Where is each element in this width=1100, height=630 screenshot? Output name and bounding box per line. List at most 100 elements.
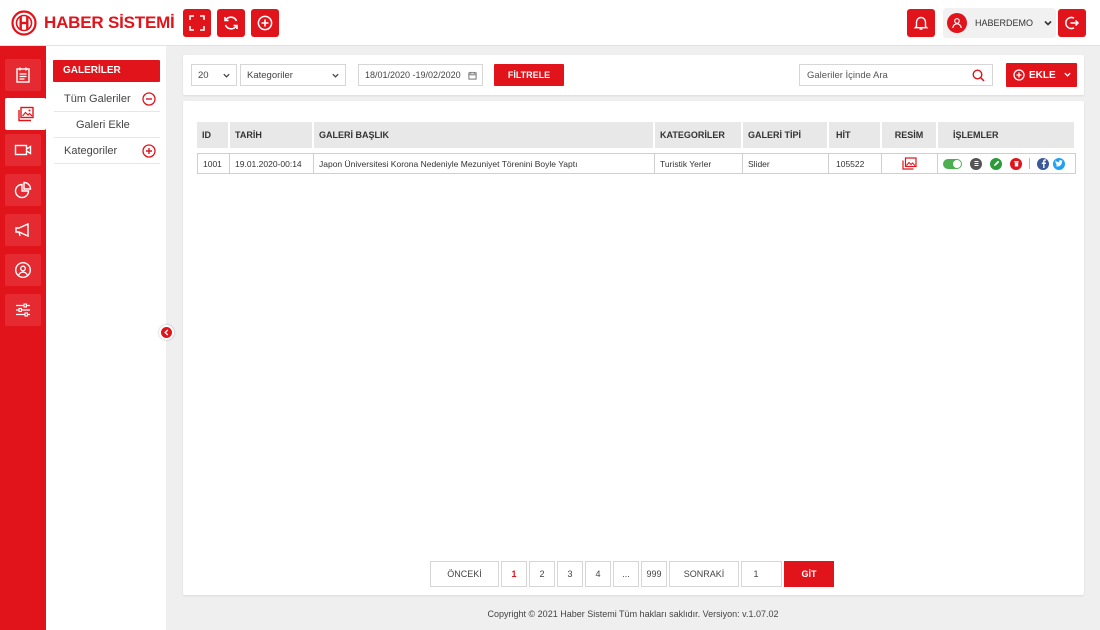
news-icon [16,67,30,83]
subnav-title: GALERİLER [53,60,160,82]
chart-icon [14,181,32,199]
category-select[interactable]: Kategoriler [240,64,346,86]
cell-title: Japon Üniversitesi Korona Nedeniyle Mezu… [314,153,655,174]
page-button[interactable]: 1 [501,561,527,587]
column-header-date[interactable]: TARİH [230,122,314,148]
next-page-button[interactable]: SONRAKİ [669,561,739,587]
chevron-down-icon [1044,20,1052,26]
logo-icon [11,10,37,36]
gallery-subnav: GALERİLER Tüm Galeriler Galeri Ekle Kate… [46,46,166,630]
pencil-icon [993,160,999,166]
subnav-item-all-galleries[interactable]: Tüm Galeriler [54,86,160,112]
minus-circle-icon[interactable] [142,92,156,106]
column-header-title[interactable]: GALERİ BAŞLIK [314,122,655,148]
column-header-actions: İŞLEMLER [938,122,1076,148]
search-box [799,64,993,86]
share-facebook-button[interactable] [1037,157,1049,170]
notifications-button[interactable] [907,9,935,37]
footer-copyright: Copyright © 2021 Haber Sistemi Tüm hakla… [487,609,779,619]
fullscreen-button[interactable] [183,9,211,37]
galleries-table: ID TARİH GALERİ BAŞLIK KATEGORİLER GALER… [197,122,1076,174]
fullscreen-icon [189,15,205,31]
cell-type: Slider [743,153,829,174]
nav-users[interactable] [5,254,41,286]
goto-page-input[interactable] [741,569,782,579]
main-nav-rail [0,46,46,630]
nav-settings[interactable] [5,294,41,326]
top-bar: HABER SİSTEMİ HABERDEMO [0,0,1100,46]
chevron-down-icon [332,73,339,78]
page-button[interactable]: 2 [529,561,555,587]
refresh-button[interactable] [217,9,245,37]
page-button[interactable]: 999 [641,561,667,587]
date-range-value: 18/01/2020 -19/02/2020 [365,70,461,80]
subnav-item-label: Kategoriler [64,144,118,157]
page-ellipsis: ... [613,561,639,587]
table-row[interactable]: 1001 19.01.2020-00:14 Japon Üniversitesi… [197,153,1076,174]
divider [1029,158,1030,169]
subnav-item-categories[interactable]: Kategoriler [54,138,160,164]
page-button[interactable]: 3 [557,561,583,587]
megaphone-icon [15,222,29,238]
nav-galleries[interactable] [5,98,46,130]
page-size-value: 20 [198,69,209,81]
go-button[interactable]: GİT [784,561,834,587]
status-toggle[interactable] [943,158,962,169]
page-button[interactable]: 4 [585,561,611,587]
add-dropdown-button[interactable]: EKLE [1006,63,1077,87]
filter-bar: 20 Kategoriler 18/01/2020 -19/02/2020 Fİ… [183,55,1084,95]
logo-text: HABER SİSTEMİ [44,13,175,32]
prev-page-button[interactable]: ÖNCEKİ [430,561,499,587]
nav-news[interactable] [5,59,41,91]
search-input[interactable] [807,65,967,85]
chevron-left-icon [164,329,169,336]
cell-id: 1001 [197,153,230,174]
column-header-id[interactable]: ID [197,122,230,148]
category-value: Kategoriler [247,69,293,81]
galleries-panel: ID TARİH GALERİ BAŞLIK KATEGORİLER GALER… [183,101,1084,595]
cell-actions [938,153,1076,174]
user-menu[interactable]: HABERDEMO [943,8,1056,38]
nav-statistics[interactable] [5,174,41,206]
calendar-icon [468,71,477,80]
cell-date: 19.01.2020-00:14 [230,153,314,174]
delete-button[interactable] [1010,157,1022,170]
bell-icon [913,16,929,30]
add-new-button[interactable] [251,9,279,37]
column-header-type[interactable]: GALERİ TİPİ [743,122,829,148]
avatar [947,13,967,33]
add-label: EKLE [1029,69,1056,81]
cell-image [882,153,938,174]
collapse-sidebar-button[interactable] [159,325,174,340]
column-header-image: RESİM [882,122,938,148]
subnav-item-label: Galeri Ekle [76,118,130,131]
document-icon [974,161,978,166]
cell-hits: 105522 [829,153,882,174]
logout-button[interactable] [1058,9,1086,37]
search-icon[interactable] [972,69,985,82]
chevron-down-icon [1064,72,1071,77]
edit-button[interactable] [990,157,1002,170]
details-button[interactable] [970,157,982,170]
nav-announcements[interactable] [5,214,41,246]
plus-circle-icon[interactable] [142,144,156,158]
images-icon[interactable] [902,157,917,170]
date-range-input[interactable]: 18/01/2020 -19/02/2020 [358,64,483,86]
trash-icon [1013,161,1019,167]
add-circle-icon [1013,69,1025,81]
refresh-icon [224,16,238,30]
filter-button[interactable]: FİLTRELE [494,64,564,86]
facebook-icon [1041,159,1046,168]
column-header-category[interactable]: KATEGORİLER [655,122,743,148]
column-header-hits[interactable]: HİT [829,122,882,148]
page-size-select[interactable]: 20 [191,64,237,86]
gallery-icon [17,106,34,122]
logo[interactable]: HABER SİSTEMİ [11,10,175,36]
subnav-item-label: Tüm Galeriler [64,92,131,105]
nav-videos[interactable] [5,134,41,166]
share-twitter-button[interactable] [1053,157,1065,170]
add-circle-icon [257,15,273,31]
subnav-item-add-gallery[interactable]: Galeri Ekle [54,112,160,138]
pagination: ÖNCEKİ 1 2 3 4 ... 999 SONRAKİ GİT [430,561,836,587]
sliders-icon [16,303,30,317]
